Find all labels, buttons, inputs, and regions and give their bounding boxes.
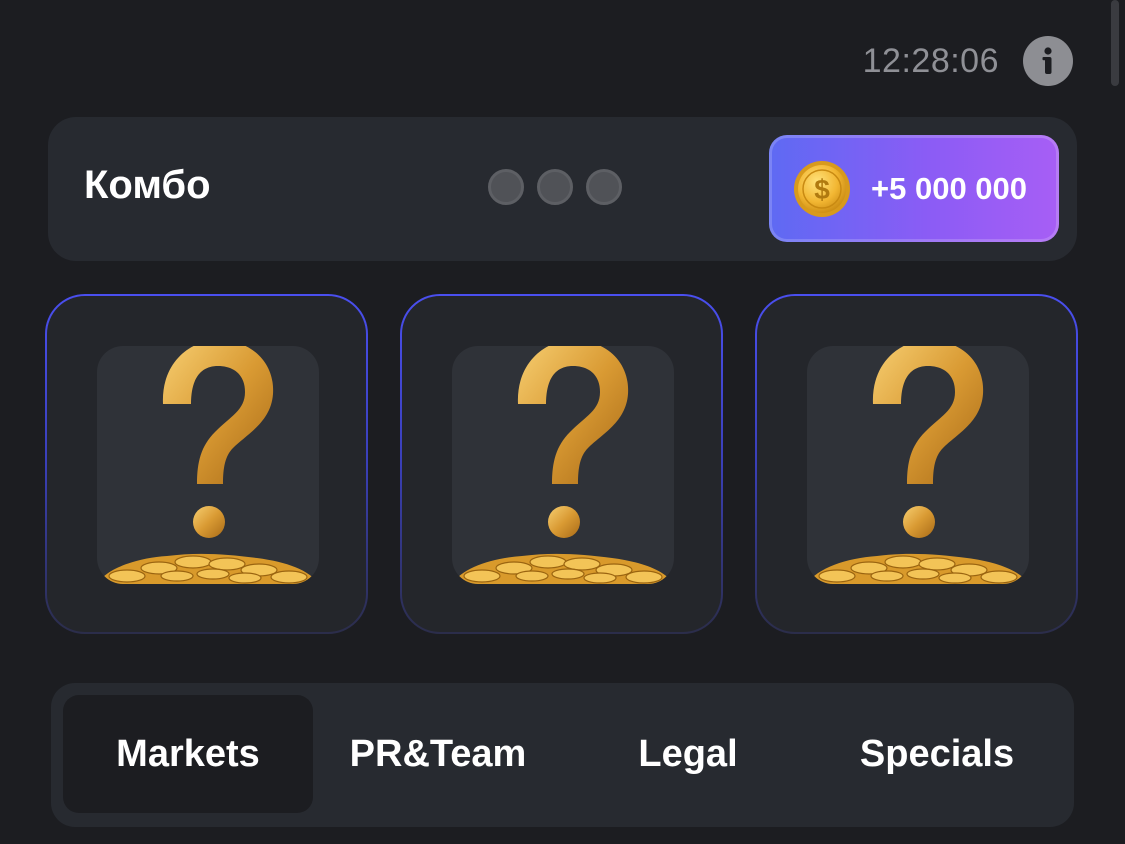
countdown-timer: 12:28:06 [862,41,999,80]
combo-cards [45,294,1080,636]
card-image-frame [452,346,674,584]
combo-page: 12:28:06 Комбо $ +5 000 000 Markets PR&T… [0,0,1125,844]
tab-markets[interactable]: Markets [63,695,313,813]
combo-card-3[interactable] [755,294,1078,634]
top-status-row: 12:28:06 [863,36,1073,86]
combo-progress-dots [488,169,622,205]
combo-reward-button[interactable]: $ +5 000 000 [769,135,1059,242]
question-mark-coins-icon [807,346,1029,584]
progress-dot [537,169,573,205]
info-button[interactable] [1023,36,1073,86]
category-tabs: Markets PR&Team Legal Specials [51,683,1074,827]
progress-dot [488,169,524,205]
scrollbar[interactable] [1111,0,1119,86]
svg-text:$: $ [814,174,830,205]
combo-title: Комбо [84,163,211,207]
question-mark-coins-icon [97,346,319,584]
coin-icon: $ [794,160,850,217]
card-image-frame [97,346,319,584]
tab-legal[interactable]: Legal [563,695,813,813]
progress-dot [586,169,622,205]
reward-amount: +5 000 000 [871,170,1028,206]
combo-card-1[interactable] [45,294,368,634]
card-image-frame [807,346,1029,584]
tab-specials[interactable]: Specials [812,695,1062,813]
question-mark-coins-icon [452,346,674,584]
info-icon [1042,47,1052,74]
combo-card-2[interactable] [400,294,723,634]
tab-pr-team[interactable]: PR&Team [313,695,563,813]
combo-panel: Комбо $ +5 000 000 [48,117,1077,261]
